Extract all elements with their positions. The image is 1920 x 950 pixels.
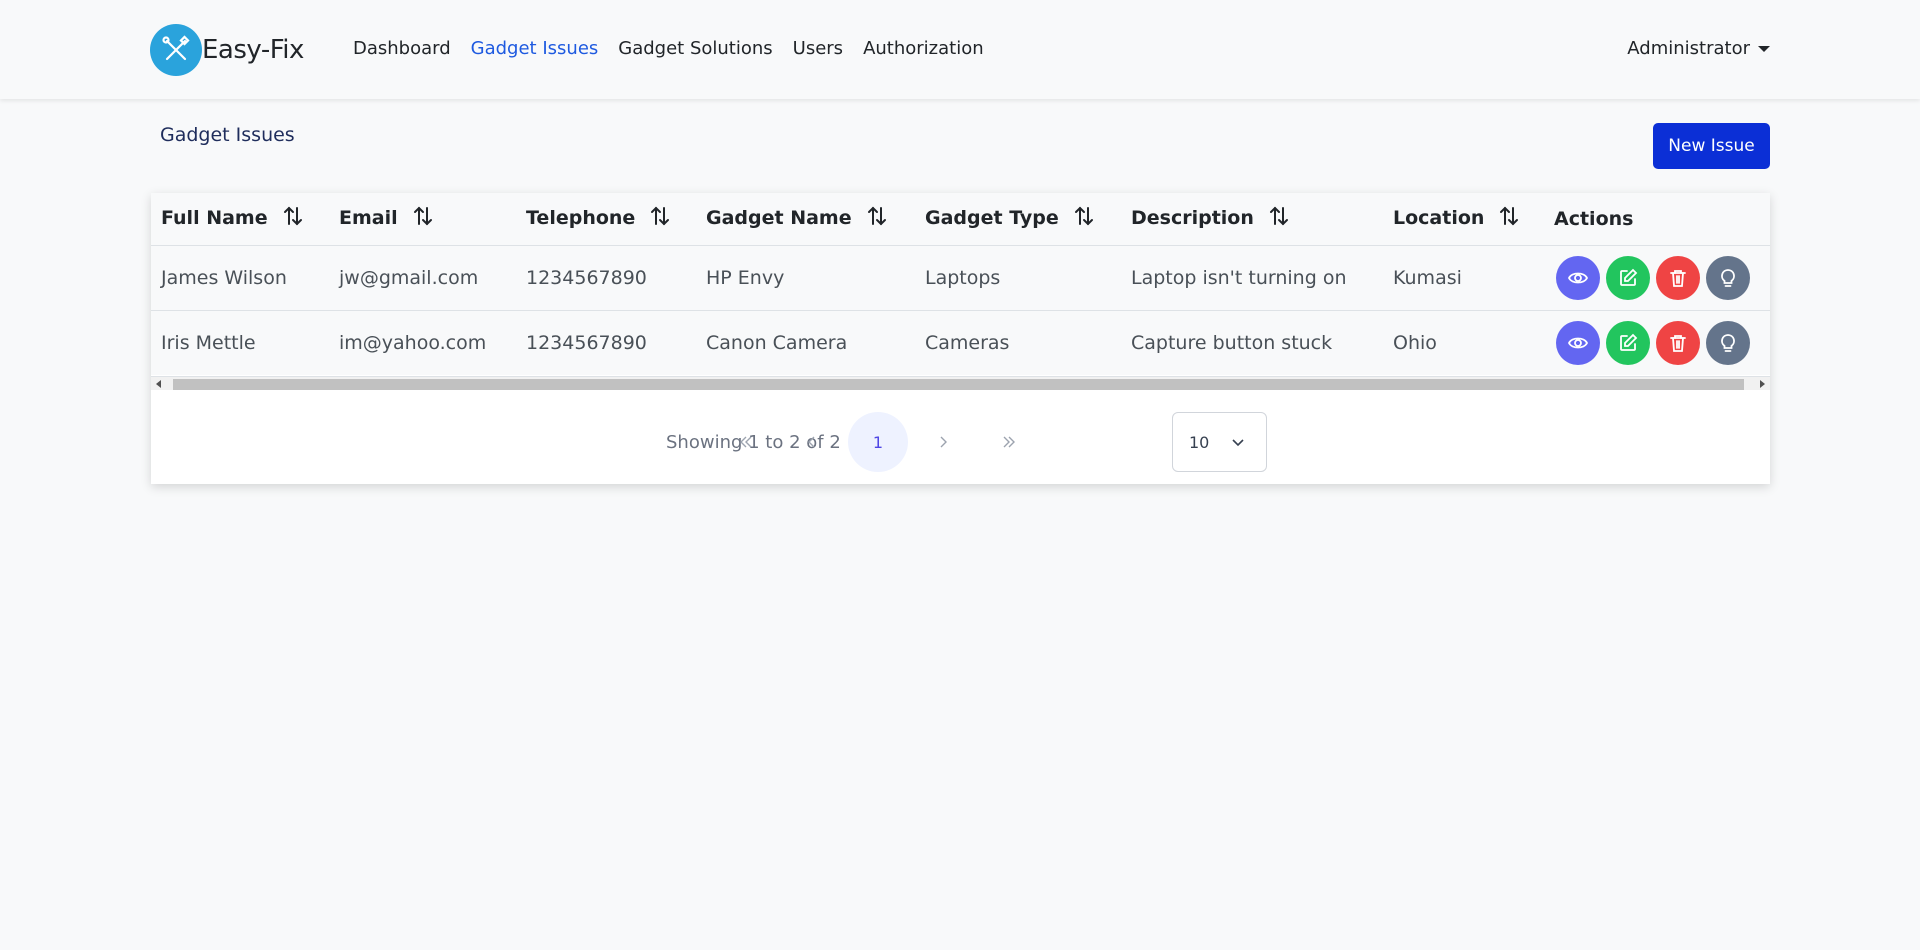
brand[interactable]: Easy-Fix bbox=[150, 24, 304, 76]
horizontal-scrollbar[interactable] bbox=[151, 376, 1770, 390]
cell-actions bbox=[1544, 245, 1770, 310]
rows-per-page-value: 10 bbox=[1189, 432, 1210, 452]
page-1-button[interactable]: 1 bbox=[848, 412, 908, 472]
nav-authorization[interactable]: Authorization bbox=[863, 38, 984, 59]
top-navbar: Easy-Fix Dashboard Gadget Issues Gadget … bbox=[0, 0, 1920, 99]
cell-location: Ohio bbox=[1393, 331, 1437, 354]
view-button[interactable] bbox=[1556, 320, 1600, 365]
col-full-name[interactable]: Full Name bbox=[151, 193, 329, 245]
cell-email: jw@gmail.com bbox=[339, 266, 479, 289]
nav-gadget-issues[interactable]: Gadget Issues bbox=[471, 38, 599, 59]
cell-gadget-type: Laptops bbox=[925, 266, 1001, 289]
last-page-button[interactable] bbox=[979, 412, 1039, 472]
trash-icon bbox=[1670, 334, 1686, 352]
rows-per-page-select[interactable]: 10 bbox=[1172, 412, 1267, 472]
delete-button[interactable] bbox=[1656, 320, 1700, 365]
solution-button[interactable] bbox=[1706, 320, 1750, 365]
nav-users[interactable]: Users bbox=[793, 38, 843, 59]
lightbulb-icon bbox=[1721, 333, 1735, 352]
eye-icon bbox=[1567, 337, 1589, 349]
tools-icon bbox=[150, 24, 202, 76]
nav-dashboard[interactable]: Dashboard bbox=[353, 38, 451, 59]
delete-button[interactable] bbox=[1656, 255, 1700, 300]
brand-name: Easy-Fix bbox=[202, 35, 304, 65]
col-telephone[interactable]: Telephone bbox=[516, 193, 696, 245]
page-title: Gadget Issues bbox=[160, 124, 295, 146]
edit-icon bbox=[1620, 333, 1638, 351]
sort-icon[interactable] bbox=[1498, 205, 1520, 232]
solution-button[interactable] bbox=[1706, 255, 1750, 300]
col-gadget-name[interactable]: Gadget Name bbox=[696, 193, 915, 245]
cell-telephone: 1234567890 bbox=[526, 331, 647, 354]
issues-table: Full Name Email Telephone Gadget Name Ga… bbox=[151, 193, 1770, 375]
sort-icon[interactable] bbox=[1268, 205, 1290, 232]
cell-gadget-type: Cameras bbox=[925, 331, 1010, 354]
edit-button[interactable] bbox=[1606, 320, 1650, 365]
cell-gadget-name: Canon Camera bbox=[706, 331, 848, 354]
sort-icon[interactable] bbox=[412, 205, 434, 232]
sort-icon[interactable] bbox=[866, 205, 888, 232]
cell-email: im@yahoo.com bbox=[339, 331, 487, 354]
scrollbar-thumb[interactable] bbox=[173, 379, 1744, 390]
double-chevron-right-icon bbox=[1003, 436, 1015, 448]
paginator: Showing 1 to 2 of 2 1 10 bbox=[151, 412, 1770, 472]
double-chevron-left-icon bbox=[740, 436, 752, 448]
scroll-right-icon[interactable] bbox=[1760, 380, 1765, 388]
sort-icon[interactable] bbox=[1073, 205, 1095, 232]
lightbulb-icon bbox=[1721, 268, 1735, 287]
cell-description: Capture button stuck bbox=[1131, 331, 1333, 354]
eye-icon bbox=[1567, 272, 1589, 283]
edit-icon bbox=[1620, 268, 1638, 286]
cell-actions bbox=[1544, 310, 1770, 375]
scroll-left-icon[interactable] bbox=[156, 380, 161, 388]
caret-down-icon bbox=[1758, 45, 1770, 52]
col-email[interactable]: Email bbox=[329, 193, 516, 245]
edit-button[interactable] bbox=[1606, 255, 1650, 300]
view-button[interactable] bbox=[1556, 255, 1600, 300]
chevron-down-icon bbox=[1232, 439, 1244, 447]
user-menu[interactable]: Administrator bbox=[1627, 38, 1770, 59]
cell-location: Kumasi bbox=[1393, 266, 1462, 289]
table-row[interactable]: Iris Mettle im@yahoo.com 1234567890 Cano… bbox=[151, 310, 1770, 375]
col-description[interactable]: Description bbox=[1121, 193, 1383, 245]
new-issue-button[interactable]: New Issue bbox=[1653, 123, 1770, 169]
trash-icon bbox=[1670, 269, 1686, 287]
next-page-button[interactable] bbox=[913, 412, 973, 472]
col-actions: Actions bbox=[1554, 207, 1634, 230]
chevron-left-icon bbox=[808, 436, 815, 448]
main-nav: Dashboard Gadget Issues Gadget Solutions… bbox=[353, 38, 1004, 59]
table-header-row: Full Name Email Telephone Gadget Name Ga… bbox=[151, 193, 1770, 245]
issues-table-card: Full Name Email Telephone Gadget Name Ga… bbox=[151, 193, 1770, 484]
first-page-button[interactable] bbox=[716, 412, 776, 472]
col-gadget-type[interactable]: Gadget Type bbox=[915, 193, 1121, 245]
user-menu-label: Administrator bbox=[1627, 38, 1750, 59]
cell-description: Laptop isn't turning on bbox=[1131, 266, 1347, 289]
cell-full-name: James Wilson bbox=[161, 266, 287, 289]
nav-gadget-solutions[interactable]: Gadget Solutions bbox=[618, 38, 772, 59]
col-location[interactable]: Location bbox=[1383, 193, 1544, 245]
prev-page-button[interactable] bbox=[782, 412, 842, 472]
sort-icon[interactable] bbox=[649, 205, 671, 232]
chevron-right-icon bbox=[940, 436, 947, 448]
sort-icon[interactable] bbox=[282, 205, 304, 232]
cell-telephone: 1234567890 bbox=[526, 266, 647, 289]
cell-gadget-name: HP Envy bbox=[706, 266, 785, 289]
table-row[interactable]: James Wilson jw@gmail.com 1234567890 HP … bbox=[151, 245, 1770, 310]
cell-full-name: Iris Mettle bbox=[161, 331, 256, 354]
